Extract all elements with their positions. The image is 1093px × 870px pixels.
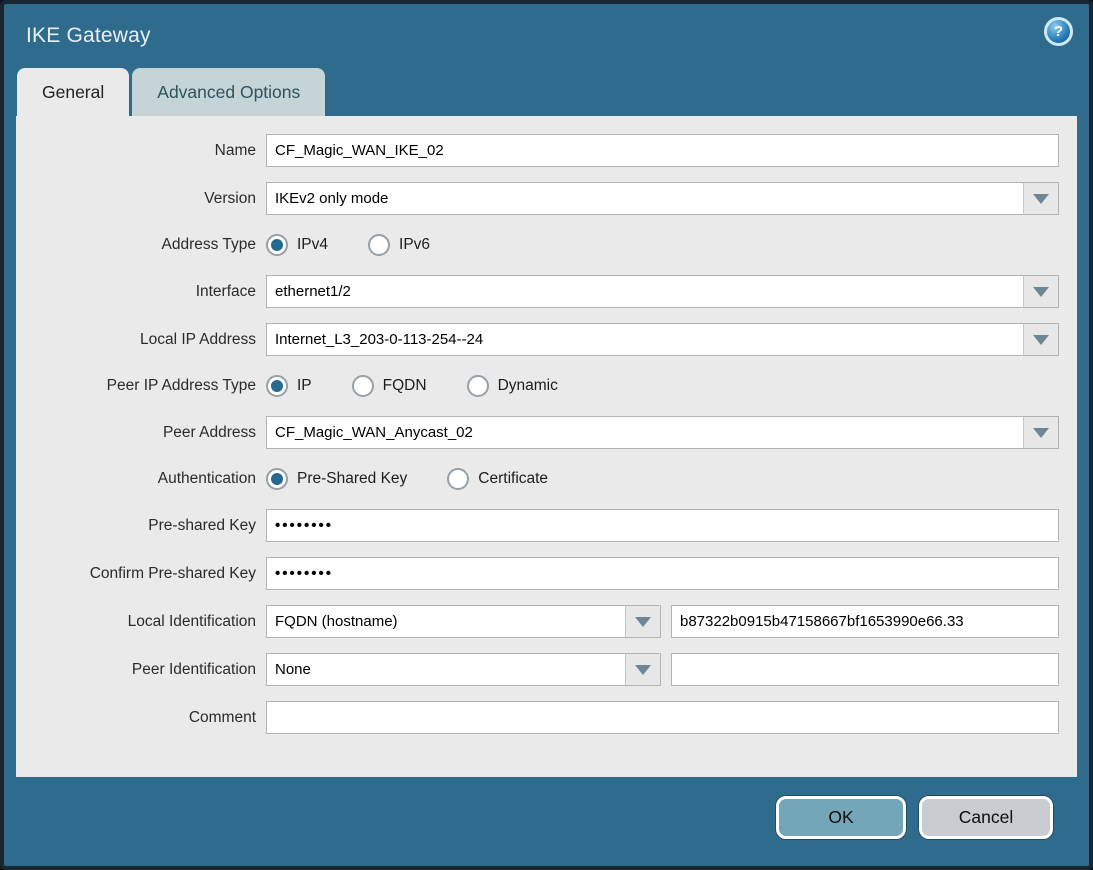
name-row: Name [16, 134, 1077, 167]
radio-certificate[interactable]: Certificate [447, 468, 548, 490]
ok-button[interactable]: OK [776, 796, 906, 839]
interface-combo [266, 275, 1059, 308]
version-combo [266, 182, 1059, 215]
peer-identification-label: Peer Identification [16, 661, 266, 679]
peer-ip-type-row: Peer IP Address Type IP FQDN Dynamic [16, 371, 1077, 401]
local-identification-dropdown-button[interactable] [625, 606, 660, 637]
chevron-down-icon [1033, 428, 1049, 438]
radio-selected-icon [266, 234, 288, 256]
peer-identification-row: Peer Identification [16, 653, 1077, 686]
interface-input[interactable] [267, 276, 1023, 307]
comment-label: Comment [16, 709, 266, 727]
radio-ip[interactable]: IP [266, 375, 312, 397]
peer-ip-type-label: Peer IP Address Type [16, 377, 266, 395]
comment-input[interactable] [266, 701, 1059, 734]
radio-pre-shared-key[interactable]: Pre-Shared Key [266, 468, 407, 490]
address-type-row: Address Type IPv4 IPv6 [16, 230, 1077, 260]
confirm-preshared-key-label: Confirm Pre-shared Key [16, 565, 266, 583]
name-label: Name [16, 142, 266, 160]
tab-advanced-options-label: Advanced Options [157, 82, 300, 103]
local-ip-dropdown-button[interactable] [1023, 324, 1058, 355]
radio-fqdn-label: FQDN [383, 377, 427, 395]
radio-dynamic[interactable]: Dynamic [467, 375, 558, 397]
radio-certificate-label: Certificate [478, 470, 548, 488]
chevron-down-icon [1033, 335, 1049, 345]
local-identification-type-input[interactable] [267, 606, 625, 637]
chevron-down-icon [1033, 287, 1049, 297]
radio-unselected-icon [368, 234, 390, 256]
peer-identification-type-combo [266, 653, 661, 686]
radio-selected-icon [266, 468, 288, 490]
peer-address-combo [266, 416, 1059, 449]
peer-identification-value-input[interactable] [671, 653, 1059, 686]
dialog-titlebar: IKE Gateway ? [4, 4, 1089, 68]
radio-unselected-icon [352, 375, 374, 397]
radio-ipv6-label: IPv6 [399, 236, 430, 254]
preshared-key-label: Pre-shared Key [16, 517, 266, 535]
radio-ip-label: IP [297, 377, 312, 395]
peer-address-dropdown-button[interactable] [1023, 417, 1058, 448]
interface-row: Interface [16, 275, 1077, 308]
local-ip-row: Local IP Address [16, 323, 1077, 356]
radio-ipv4-label: IPv4 [297, 236, 328, 254]
local-ip-combo [266, 323, 1059, 356]
name-input[interactable] [266, 134, 1059, 167]
version-row: Version [16, 182, 1077, 215]
local-ip-label: Local IP Address [16, 331, 266, 349]
tab-advanced-options[interactable]: Advanced Options [132, 68, 325, 116]
confirm-preshared-key-input[interactable] [266, 557, 1059, 590]
version-input[interactable] [267, 183, 1023, 214]
local-identification-value-input[interactable] [671, 605, 1059, 638]
local-identification-label: Local Identification [16, 613, 266, 631]
peer-identification-dropdown-button[interactable] [625, 654, 660, 685]
version-dropdown-button[interactable] [1023, 183, 1058, 214]
tab-general[interactable]: General [17, 68, 129, 116]
local-identification-row: Local Identification [16, 605, 1077, 638]
confirm-preshared-key-row: Confirm Pre-shared Key [16, 557, 1077, 590]
radio-dynamic-label: Dynamic [498, 377, 558, 395]
general-tab-panel: Name Version Address Type [16, 116, 1077, 777]
radio-fqdn[interactable]: FQDN [352, 375, 427, 397]
chevron-down-icon [1033, 194, 1049, 204]
radio-ipv6[interactable]: IPv6 [368, 234, 430, 256]
version-label: Version [16, 190, 266, 208]
radio-selected-icon [266, 375, 288, 397]
tab-bar: General Advanced Options [4, 68, 1089, 116]
authentication-row: Authentication Pre-Shared Key Certificat… [16, 464, 1077, 494]
radio-ipv4[interactable]: IPv4 [266, 234, 328, 256]
dialog-footer: OK Cancel [4, 777, 1089, 866]
authentication-label: Authentication [16, 470, 266, 488]
interface-label: Interface [16, 283, 266, 301]
help-icon[interactable]: ? [1044, 17, 1073, 46]
peer-address-input[interactable] [267, 417, 1023, 448]
preshared-key-row: Pre-shared Key [16, 509, 1077, 542]
tab-general-label: General [42, 82, 104, 103]
preshared-key-input[interactable] [266, 509, 1059, 542]
peer-address-label: Peer Address [16, 424, 266, 442]
radio-pre-shared-key-label: Pre-Shared Key [297, 470, 407, 488]
radio-unselected-icon [467, 375, 489, 397]
local-ip-input[interactable] [267, 324, 1023, 355]
address-type-label: Address Type [16, 236, 266, 254]
chevron-down-icon [635, 665, 651, 675]
local-identification-type-combo [266, 605, 661, 638]
peer-address-row: Peer Address [16, 416, 1077, 449]
ike-gateway-dialog: IKE Gateway ? General Advanced Options N… [0, 0, 1093, 870]
chevron-down-icon [635, 617, 651, 627]
comment-row: Comment [16, 701, 1077, 734]
help-glyph: ? [1054, 23, 1063, 40]
radio-unselected-icon [447, 468, 469, 490]
peer-identification-type-input[interactable] [267, 654, 625, 685]
interface-dropdown-button[interactable] [1023, 276, 1058, 307]
cancel-button[interactable]: Cancel [919, 796, 1053, 839]
dialog-title: IKE Gateway [26, 24, 151, 48]
